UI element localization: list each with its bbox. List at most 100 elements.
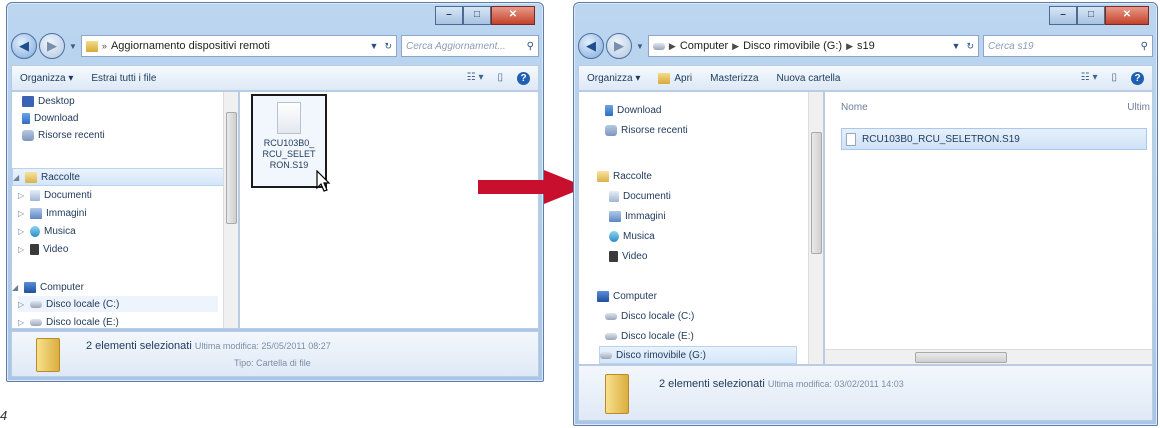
nav-item-download[interactable]: Download (22, 110, 78, 126)
breadcrumb-separator-icon: ▶ (732, 40, 740, 51)
close-button[interactable]: ✕ (491, 6, 535, 25)
new-folder-button[interactable]: Nuova cartella (777, 73, 841, 84)
collapse-arrow-icon[interactable]: ▷ (18, 227, 26, 236)
organize-menu[interactable]: Organizza ▾ (20, 73, 73, 84)
search-placeholder: Cerca s19 (988, 40, 1034, 52)
refresh-icon[interactable]: ↻ (384, 41, 392, 52)
nav-item-recent-places[interactable]: Risorse recenti (605, 122, 688, 138)
navigation-pane: Desktop Download Risorse recenti ◢ Racco… (11, 91, 239, 329)
nav-item-libraries[interactable]: ◢ Raccolte (12, 168, 224, 186)
breadcrumb-item[interactable]: Computer (680, 40, 728, 52)
nav-item-local-disk-e[interactable]: Disco locale (E:) (605, 328, 694, 344)
expand-arrow-icon[interactable]: ◢ (13, 173, 21, 182)
collapse-arrow-icon[interactable]: ▷ (18, 318, 26, 327)
file-name-line: RON.S19 (269, 160, 309, 170)
nav-item-video[interactable]: Video (609, 248, 647, 264)
help-icon[interactable]: ? (1131, 71, 1144, 85)
refresh-icon[interactable]: ↻ (966, 41, 974, 52)
burn-button[interactable]: Masterizza (710, 73, 758, 84)
selected-file-row[interactable]: RCU103B0_RCU_SELETRON.S19 (841, 128, 1147, 150)
nav-item-local-disk-c[interactable]: Disco locale (C:) (605, 308, 694, 324)
search-box[interactable]: Cerca s19 ⚲ (983, 35, 1153, 57)
drive-icon (30, 318, 42, 326)
nav-item-video[interactable]: ▷ Video (18, 241, 68, 257)
nav-item-local-disk-c[interactable]: ▷ Disco locale (C:) (18, 296, 218, 312)
nav-item-pictures[interactable]: Immagini (609, 208, 666, 224)
file-icon (846, 132, 856, 146)
back-button[interactable]: ◀ (11, 33, 37, 59)
extract-all-button[interactable]: Estrai tutti i file (91, 73, 156, 84)
file-icon (277, 102, 301, 134)
nav-item-local-disk-e[interactable]: ▷ Disco locale (E:) (18, 314, 119, 328)
nav-item-computer[interactable]: ◢ Computer (12, 279, 84, 295)
recent-places-icon (605, 124, 617, 136)
open-button[interactable]: Apri (658, 72, 692, 84)
recent-pages-dropdown-icon[interactable]: ▼ (69, 42, 77, 51)
video-icon (30, 243, 39, 255)
nav-item-libraries[interactable]: Raccolte (597, 168, 652, 184)
preview-pane-icon[interactable]: ▯ (1111, 72, 1117, 85)
column-header-modified[interactable]: Ultim (1127, 102, 1150, 113)
expand-arrow-icon[interactable]: ◢ (12, 283, 20, 292)
video-icon (609, 250, 618, 262)
scrollbar-thumb[interactable] (915, 352, 1007, 363)
file-list-pane: RCU103B0_ RCU_SELET RON.S19 (239, 91, 539, 329)
vertical-scrollbar[interactable] (223, 92, 238, 328)
address-bar[interactable]: » Aggiornamento dispositivi remoti ▼ ↻ (80, 35, 397, 57)
address-bar[interactable]: ▶ Computer ▶ Disco rimovibile (G:) ▶ s19… (647, 35, 979, 57)
nav-item-download[interactable]: Download (605, 102, 661, 118)
collapse-arrow-icon[interactable]: ▷ (18, 191, 26, 200)
nav-item-music[interactable]: Musica (609, 228, 655, 244)
view-options-icon[interactable]: ☷ ▾ (1081, 72, 1098, 85)
documents-icon (609, 190, 619, 202)
selection-count: 2 elementi selezionati (659, 378, 765, 390)
breadcrumb-item[interactable]: Disco rimovibile (G:) (743, 40, 842, 52)
close-button[interactable]: ✕ (1105, 6, 1149, 25)
nav-item-pictures[interactable]: ▷ Immagini (18, 205, 87, 221)
nav-item-desktop[interactable]: Desktop (22, 93, 75, 109)
search-icon[interactable]: ⚲ (527, 41, 534, 52)
removable-drive-icon (652, 42, 665, 50)
vertical-scrollbar[interactable] (808, 92, 823, 364)
left-explorer-window: – □ ✕ ◀ ▶ ▼ » Aggiornamento dispositivi … (6, 2, 544, 382)
command-bar: Organizza ▾ Estrai tutti i file ☷ ▾ ▯ ? (11, 65, 539, 91)
details-pane: 2 elementi selezionati Ultima modifica: … (578, 365, 1153, 421)
view-options-icon[interactable]: ☷ ▾ (467, 72, 484, 85)
breadcrumb-item[interactable]: Aggiornamento dispositivi remoti (111, 40, 270, 52)
nav-item-removable-disk-g[interactable]: Disco rimovibile (G:) (599, 346, 797, 364)
collapse-arrow-icon[interactable]: ▷ (18, 209, 26, 218)
maximize-button[interactable]: □ (1077, 6, 1105, 25)
organize-menu[interactable]: Organizza ▾ (587, 73, 640, 84)
address-dropdown-icon[interactable]: ▼ (952, 41, 961, 52)
libraries-icon (25, 171, 37, 183)
minimize-button[interactable]: – (435, 6, 463, 25)
search-icon[interactable]: ⚲ (1141, 41, 1148, 52)
nav-item-documents[interactable]: ▷ Documenti (18, 187, 92, 203)
collapse-arrow-icon[interactable]: ▷ (18, 300, 26, 309)
help-icon[interactable]: ? (517, 71, 530, 85)
libraries-icon (597, 170, 609, 182)
forward-button[interactable]: ▶ (39, 33, 65, 59)
music-icon (609, 230, 619, 242)
computer-icon (597, 290, 609, 302)
recent-places-icon (22, 129, 34, 141)
maximize-button[interactable]: □ (463, 6, 491, 25)
back-button[interactable]: ◀ (578, 33, 604, 59)
column-header-name[interactable]: Nome (841, 102, 868, 113)
nav-item-computer[interactable]: Computer (597, 288, 657, 304)
scrollbar-thumb[interactable] (226, 112, 237, 224)
recent-pages-dropdown-icon[interactable]: ▼ (636, 42, 644, 51)
scrollbar-thumb[interactable] (811, 132, 822, 254)
preview-pane-icon[interactable]: ▯ (497, 72, 503, 85)
nav-item-documents[interactable]: Documenti (609, 188, 671, 204)
horizontal-scrollbar[interactable] (825, 349, 1152, 364)
breadcrumb-item[interactable]: s19 (857, 40, 875, 52)
collapse-arrow-icon[interactable]: ▷ (18, 245, 26, 254)
search-box[interactable]: Cerca Aggiornament... ⚲ (401, 35, 539, 57)
nav-item-music[interactable]: ▷ Musica (18, 223, 76, 239)
minimize-button[interactable]: – (1049, 6, 1077, 25)
address-dropdown-icon[interactable]: ▼ (370, 41, 379, 52)
window-caption-buttons: – □ ✕ (435, 6, 535, 25)
forward-button[interactable]: ▶ (606, 33, 632, 59)
nav-item-recent-places[interactable]: Risorse recenti (22, 127, 105, 143)
